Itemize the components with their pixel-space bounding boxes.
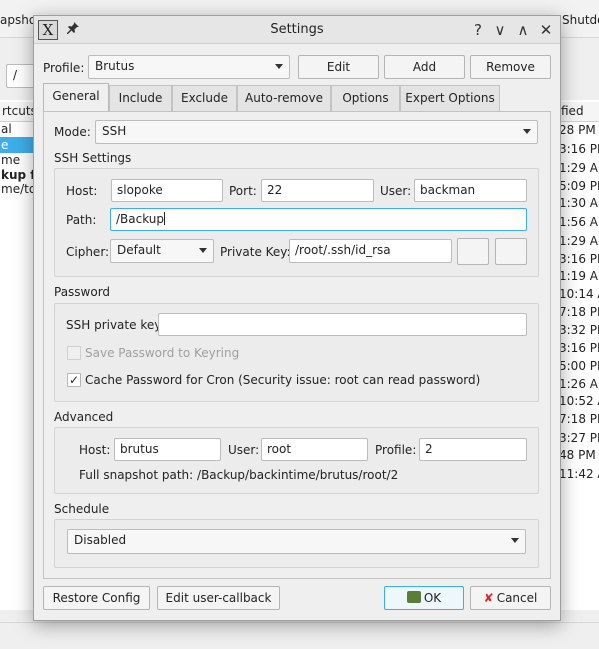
profile-select-value: Brutus [95,59,135,73]
modified-time-cell[interactable]: 5:00 PM [559,358,599,374]
cipher-select-value: Default [117,243,161,257]
modified-time-cell[interactable]: 1:29 A [559,160,598,176]
minimize-icon[interactable]: ∨ [490,20,510,40]
restore-config-button[interactable]: Restore Config [43,586,150,610]
full-snapshot-path: Full snapshot path: /Backup/backintime/b… [79,468,399,482]
cache-cron-checkbox[interactable]: ✓ [67,373,81,387]
modified-time-cell[interactable]: 7:18 PM [559,304,599,320]
advanced-profile-label: Profile: [375,443,417,457]
help-icon[interactable]: ? [468,20,488,40]
ok-button[interactable]: OK [384,586,464,610]
modified-time-cell[interactable]: 1:30 A [559,195,598,211]
advanced-title: Advanced [54,410,114,424]
modified-time-cell[interactable]: 3:16 PM [559,340,599,356]
modified-time-cell[interactable]: 3:16 PM [559,251,599,267]
add-profile-button[interactable]: Add [384,55,465,79]
advanced-host-input[interactable]: brutus [114,438,221,461]
status-bar [0,622,599,649]
modified-time-cell[interactable]: 7:18 PM [559,411,599,427]
advanced-host-label: Host: [79,443,111,457]
advanced-user-label: User: [228,443,260,457]
ssh-private-key-password-input[interactable] [158,313,527,336]
schedule-title: Schedule [54,502,110,516]
settings-dialog: X Settings ? ∨ ∧ ✕ Profile: Brutus Edit … [33,15,561,621]
advanced-profile-input[interactable]: 2 [419,438,527,461]
cancel-button-label: Cancel [496,591,538,605]
save-keyring-checkbox[interactable] [67,346,81,360]
close-icon[interactable]: ✕ [536,20,556,40]
modified-time-cell[interactable]: 3:16 PM [559,141,599,157]
tab-general[interactable]: General [43,83,109,111]
modified-header[interactable]: fied [559,102,599,122]
private-key-label: Private Key: [220,245,291,259]
schedule-select[interactable]: Disabled [67,529,526,554]
profile-label: Profile: [43,61,85,75]
ok-hand-icon [406,591,421,603]
tab-include[interactable]: Include [109,85,172,111]
cancel-button[interactable]: ✘ Cancel [470,586,551,610]
remove-profile-button[interactable]: Remove [470,55,551,79]
cipher-label: Cipher: [66,245,110,259]
toolbar-shutdown-label[interactable]: Shutdo [562,13,599,27]
maximize-icon[interactable]: ∧ [513,20,533,40]
mode-label: Mode: [54,125,91,139]
advanced-user-input[interactable]: root [261,438,368,461]
modified-time-cell[interactable]: 1:26 A [559,376,598,392]
profile-select[interactable]: Brutus [88,55,290,79]
schedule-select-value: Disabled [74,533,127,547]
browse-key-button[interactable] [457,238,489,265]
tab-exclude[interactable]: Exclude [172,85,237,111]
chevron-down-icon [199,248,207,253]
modified-time-cell[interactable]: 1:56 A [559,214,598,230]
modified-time-cell[interactable]: 1:29 A [559,233,598,249]
chevron-down-icon [275,64,283,69]
chevron-down-icon [523,129,531,134]
modified-time-cell[interactable]: 48 PM [559,447,596,463]
ssh-host-input[interactable]: slopoke [111,179,223,202]
edit-user-callback-button[interactable]: Edit user-callback [157,586,280,610]
ssh-user-label: User: [380,184,412,198]
modified-time-cell[interactable]: 10:52 A [559,393,599,409]
modified-time-cell[interactable]: 5:09 PM [559,178,599,194]
private-key-input[interactable]: /root/.ssh/id_rsa [289,239,452,263]
text-caret [164,212,166,225]
ssh-user-input[interactable]: backman [414,179,527,202]
ok-button-label: OK [423,591,442,605]
tab-auto-remove[interactable]: Auto-remove [237,85,331,111]
modified-time-cell[interactable]: 1:19 A [559,268,598,284]
cancel-x-icon: ✘ [483,591,494,605]
ssh-path-label: Path: [66,213,97,227]
ssh-port-label: Port: [229,184,257,198]
ssh-private-key-password-label: SSH private key: [66,318,165,332]
modified-time-cell[interactable]: 28 PM [559,122,596,138]
password-title: Password [54,285,111,299]
tab-options[interactable]: Options [331,85,400,111]
ssh-path-input[interactable]: /Backup [110,208,527,231]
ssh-settings-title: SSH Settings [54,151,132,165]
modified-time-cell[interactable]: 3:32 PM [559,322,599,338]
edit-profile-button[interactable]: Edit [298,55,379,79]
generate-key-button[interactable] [495,238,527,265]
ssh-port-input[interactable]: 22 [261,179,374,202]
mode-select[interactable]: SSH [95,120,538,144]
save-keyring-label: Save Password to Keyring [85,346,240,360]
chevron-down-icon [511,538,519,543]
modified-time-cell[interactable]: 3:27 PM [559,430,599,446]
modified-time-cell[interactable]: 11:42 A [559,466,599,482]
mode-select-value: SSH [102,124,127,138]
modified-time-cell[interactable]: 10:14 A [559,286,599,302]
title-bar[interactable]: X Settings ? ∨ ∧ ✕ [34,16,560,44]
ssh-host-label: Host: [66,184,98,198]
ssh-path-value: /Backup [116,212,165,226]
tab-expert-options[interactable]: Expert Options [400,85,500,111]
cache-cron-label: Cache Password for Cron (Security issue:… [85,373,481,387]
cipher-select[interactable]: Default [110,239,214,263]
